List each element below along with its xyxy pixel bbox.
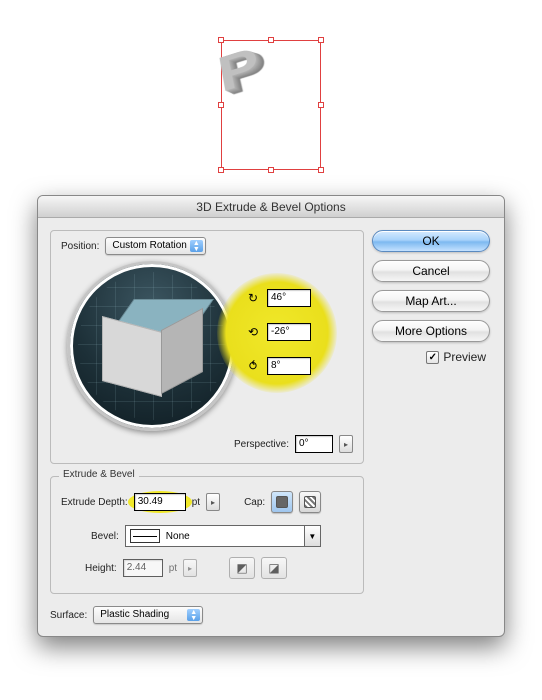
object-selection-bounds[interactable]: P xyxy=(221,40,321,170)
rotate-x-icon: ↻ xyxy=(245,290,261,306)
height-label: Height: xyxy=(85,563,117,574)
rotate-y-field[interactable]: -26° xyxy=(267,323,311,341)
cancel-button[interactable]: Cancel xyxy=(372,260,490,282)
bevel-label: Bevel: xyxy=(91,531,119,542)
ok-button[interactable]: OK xyxy=(372,230,490,252)
cap-on-button[interactable] xyxy=(271,491,293,513)
artwork-3d-letter[interactable]: P xyxy=(214,37,268,105)
rotate-z-icon: ⥀ xyxy=(245,358,261,374)
preview-label: Preview xyxy=(443,350,486,364)
selection-handle[interactable] xyxy=(268,37,274,43)
rotate-y-icon: ⟲ xyxy=(245,324,261,340)
selection-handle[interactable] xyxy=(318,167,324,173)
bevel-extent-out-button[interactable]: ◪ xyxy=(261,557,287,579)
extrude-depth-stepper[interactable]: ▸ xyxy=(206,493,220,511)
selection-handle[interactable] xyxy=(218,37,224,43)
perspective-field[interactable]: 0° xyxy=(295,435,333,453)
extrude-bevel-group: Extrude & Bevel Extrude Depth: 30.49 pt … xyxy=(50,476,364,594)
surface-label: Surface: xyxy=(50,610,87,621)
selection-handle[interactable] xyxy=(318,37,324,43)
height-field[interactable]: 2.44 xyxy=(123,559,163,577)
cap-label: Cap: xyxy=(244,497,265,508)
rotate-x-field[interactable]: 46° xyxy=(267,289,311,307)
selection-handle[interactable] xyxy=(318,102,324,108)
selection-handle[interactable] xyxy=(268,167,274,173)
height-stepper[interactable]: ▸ xyxy=(183,559,197,577)
dialog-titlebar[interactable]: 3D Extrude & Bevel Options xyxy=(38,196,504,218)
height-unit: pt xyxy=(169,563,177,574)
position-label: Position: xyxy=(61,241,99,252)
position-select[interactable]: Custom Rotation ▲▼ xyxy=(105,237,205,255)
bevel-extent-in-button[interactable]: ◩ xyxy=(229,557,255,579)
cube-preview[interactable] xyxy=(112,306,192,386)
rotate-z-field[interactable]: 8° xyxy=(267,357,311,375)
dialog-title: 3D Extrude & Bevel Options xyxy=(196,200,345,214)
3d-extrude-bevel-dialog: 3D Extrude & Bevel Options Position: Cus… xyxy=(37,195,505,637)
extrude-depth-field[interactable]: 30.49 xyxy=(134,493,186,511)
surface-value: Plastic Shading xyxy=(100,609,169,620)
annotation-highlight: 30.49 xyxy=(128,491,192,513)
position-value: Custom Rotation xyxy=(112,240,186,251)
rotation-trackball[interactable] xyxy=(67,261,237,431)
extrude-depth-label: Extrude Depth: xyxy=(61,497,128,508)
selection-handle[interactable] xyxy=(218,167,224,173)
perspective-label: Perspective: xyxy=(234,439,289,450)
position-group: Position: Custom Rotation ▲▼ xyxy=(50,230,364,464)
map-art-button[interactable]: Map Art... xyxy=(372,290,490,312)
preview-checkbox[interactable]: ✓ xyxy=(426,351,439,364)
perspective-stepper[interactable]: ▸ xyxy=(339,435,353,453)
bevel-dropdown-arrow[interactable]: ▼ xyxy=(305,525,321,547)
selection-handle[interactable] xyxy=(218,102,224,108)
canvas-area: P xyxy=(0,15,542,195)
cap-off-button[interactable] xyxy=(299,491,321,513)
surface-select[interactable]: Plastic Shading ▲▼ xyxy=(93,606,203,624)
extrude-group-legend: Extrude & Bevel xyxy=(59,469,139,480)
more-options-button[interactable]: More Options xyxy=(372,320,490,342)
extrude-depth-unit: pt xyxy=(192,497,200,508)
bevel-value: None xyxy=(166,531,190,542)
bevel-select[interactable]: None xyxy=(125,525,305,547)
